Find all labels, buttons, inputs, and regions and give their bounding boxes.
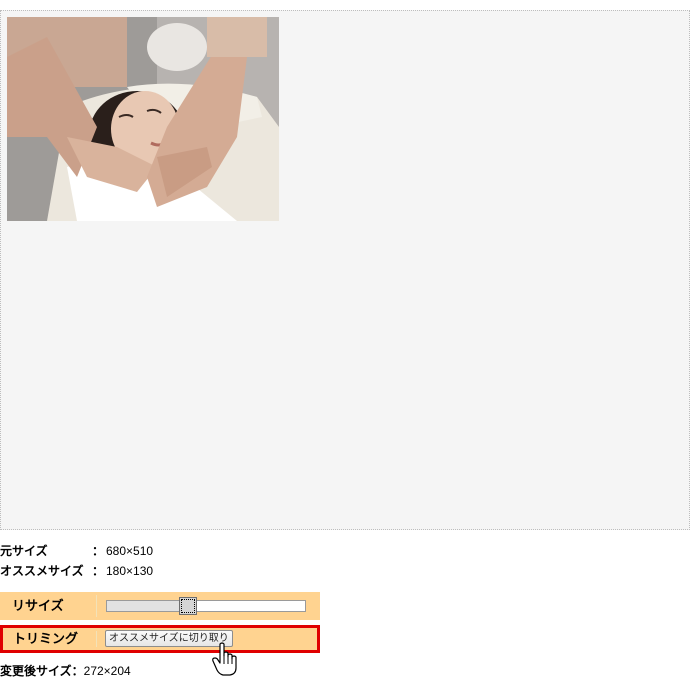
preview-photo bbox=[7, 17, 279, 221]
result-size-info: 変更後サイズ：272×204 bbox=[0, 663, 131, 679]
result-size-separator: ： bbox=[71, 664, 84, 678]
trimming-row: トリミング オススメサイズに切り取り bbox=[0, 625, 320, 653]
recommended-size-separator: ： bbox=[92, 564, 105, 578]
resize-slider-fill bbox=[107, 601, 188, 611]
recommended-size-value: 180×130 bbox=[106, 564, 154, 578]
image-preview-canvas bbox=[0, 10, 690, 530]
recommended-size-info: オススメサイズ ： 180×130 bbox=[0, 563, 153, 579]
original-size-info: 元サイズ ： 680×510 bbox=[0, 543, 153, 559]
resize-row-divider bbox=[96, 595, 97, 617]
original-size-separator: ： bbox=[92, 544, 105, 558]
resize-slider[interactable] bbox=[106, 597, 306, 615]
resize-slider-thumb[interactable] bbox=[179, 597, 197, 615]
result-size-label: 変更後サイズ bbox=[0, 664, 72, 678]
trimming-label: トリミング bbox=[13, 631, 79, 646]
resize-label: リサイズ bbox=[12, 598, 64, 613]
recommended-size-label: オススメサイズ bbox=[0, 564, 84, 578]
hand-pointer-cursor-icon bbox=[212, 642, 238, 676]
result-size-value: 272×204 bbox=[83, 664, 131, 678]
trimming-row-divider bbox=[96, 631, 97, 647]
resize-row: リサイズ bbox=[0, 592, 320, 620]
original-size-value: 680×510 bbox=[106, 544, 154, 558]
preview-photo-image bbox=[7, 17, 279, 221]
original-size-label: 元サイズ bbox=[0, 544, 48, 558]
